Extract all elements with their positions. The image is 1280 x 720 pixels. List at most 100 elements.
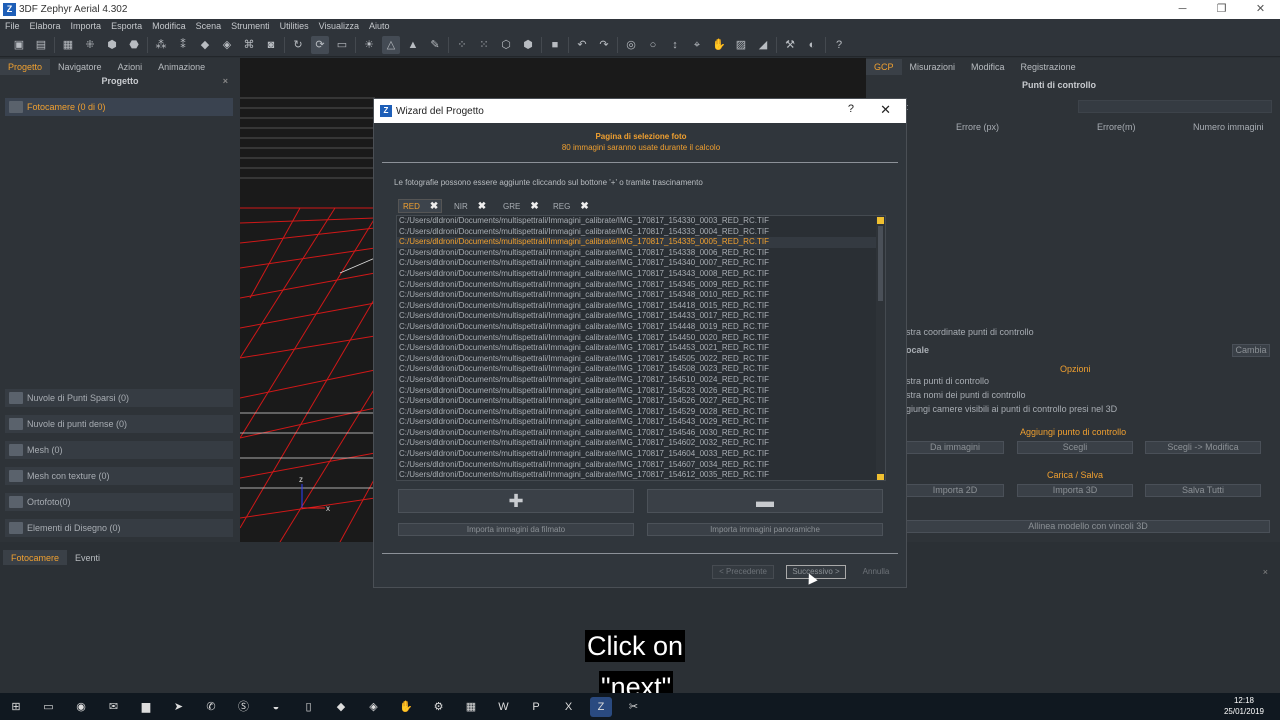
menu-strumenti[interactable]: Strumenti — [231, 21, 270, 31]
anydesk-icon[interactable]: ◈ — [363, 697, 385, 717]
list-item[interactable]: C:/Users/dldroni/Documents/multispettral… — [397, 311, 885, 322]
list-item[interactable]: C:/Users/dldroni/Documents/multispettral… — [397, 216, 885, 227]
cancel-button[interactable]: Annulla — [858, 565, 894, 579]
tab-animazione[interactable]: Animazione — [150, 59, 213, 75]
redo-icon[interactable]: ↷ — [595, 36, 613, 54]
tab-navigatore[interactable]: Navigatore — [50, 59, 110, 75]
list-item[interactable]: C:/Users/dldroni/Documents/multispettral… — [397, 301, 885, 312]
grid-icon[interactable]: ▦ — [59, 36, 77, 54]
wireframe-icon[interactable]: ▭ — [333, 36, 351, 54]
menu-visualizza[interactable]: Visualizza — [319, 21, 359, 31]
circle-icon[interactable]: ○ — [644, 36, 662, 54]
points-icon[interactable]: △ — [382, 35, 400, 54]
dense-icon[interactable]: ⁑ — [174, 36, 192, 54]
tab-misurazioni[interactable]: Misurazioni — [902, 59, 964, 75]
media-icon[interactable]: ◆ — [330, 697, 352, 717]
tab-close-icon[interactable]: ✖ — [430, 201, 438, 212]
list-item[interactable]: C:/Users/dldroni/Documents/multispettral… — [397, 343, 885, 354]
tab-modifica[interactable]: Modifica — [963, 59, 1013, 75]
option-show-points[interactable]: stra punti di controllo — [906, 376, 989, 386]
select-points-icon[interactable]: ⁘ — [453, 36, 471, 54]
dialog-help-button[interactable]: ? — [848, 103, 854, 115]
list-item[interactable]: C:/Users/dldroni/Documents/multispettral… — [397, 248, 885, 259]
align-3d-button[interactable]: Allinea modello con vincoli 3D — [906, 520, 1270, 533]
list-item[interactable]: C:/Users/dldroni/Documents/multispettral… — [397, 333, 885, 344]
hatch-icon[interactable]: ▨ — [732, 36, 750, 54]
option-show-names[interactable]: stra nomi dei punti di controllo — [906, 390, 1026, 400]
arm-icon[interactable]: ◢ — [754, 36, 772, 54]
snip-icon[interactable]: ✂ — [623, 697, 645, 717]
import-2d-button[interactable]: Importa 2D — [906, 484, 1004, 497]
zephyr-taskbar-icon[interactable]: Z — [590, 696, 612, 717]
tab-close-icon[interactable]: ✖ — [478, 201, 486, 212]
word-icon[interactable]: W — [493, 697, 515, 717]
lasso-icon[interactable]: ◎ — [622, 36, 640, 54]
settings-icon[interactable]: ⚙ — [428, 697, 450, 717]
camera-icon[interactable]: ◙ — [262, 36, 280, 54]
tab-fotocamere[interactable]: Fotocamere — [3, 550, 68, 566]
system-clock[interactable]: 12:18 25/01/2019 — [1224, 695, 1264, 717]
remove-images-button[interactable]: ▬ — [647, 489, 883, 513]
bottom-close-icon[interactable]: × — [1263, 567, 1268, 577]
tab-gcp[interactable]: GCP — [866, 59, 902, 75]
cambia-button[interactable]: Cambia — [1232, 344, 1270, 357]
hand-icon[interactable]: ✋ — [710, 36, 728, 54]
undo-icon[interactable]: ↶ — [573, 36, 591, 54]
tab-gre[interactable]: GRE ✖ — [499, 199, 543, 213]
square-icon[interactable]: ■ — [546, 36, 564, 54]
light-icon[interactable]: ☀ — [360, 36, 378, 54]
list-item[interactable]: C:/Users/dldroni/Documents/multispettral… — [397, 280, 885, 291]
tab-nir[interactable]: NIR ✖ — [450, 199, 494, 213]
choose-button[interactable]: Scegli — [1017, 441, 1133, 454]
tree-item-dense[interactable]: Nuvole di punti dense (0) — [5, 415, 233, 433]
tab-close-icon[interactable]: ✖ — [580, 201, 588, 212]
tab-close-icon[interactable]: ✖ — [530, 201, 538, 212]
vr-icon[interactable]: ◐ — [803, 36, 821, 54]
import-panoramic-button[interactable]: Importa immagini panoramiche — [647, 523, 883, 536]
outlook-icon[interactable]: ✉ — [103, 697, 125, 717]
menu-scena[interactable]: Scena — [196, 21, 222, 31]
sparse-icon[interactable]: ⁂ — [152, 36, 170, 54]
option-add-cameras[interactable]: giungi camere visibili ai punti di contr… — [906, 404, 1117, 414]
scroll-down-icon[interactable] — [877, 474, 884, 480]
list-item[interactable]: C:/Users/dldroni/Documents/multispettral… — [397, 417, 885, 428]
skype-icon[interactable]: Ⓢ — [233, 697, 255, 717]
tree-item-textured-mesh[interactable]: Mesh con texture (0) — [5, 467, 233, 485]
select-dense-icon[interactable]: ⁙ — [475, 36, 493, 54]
list-item[interactable]: C:/Users/dldroni/Documents/multispettral… — [397, 354, 885, 365]
powerpoint-icon[interactable]: P — [525, 697, 547, 717]
texture-icon[interactable]: ◈ — [218, 36, 236, 54]
hex-solid-icon[interactable]: ⬢ — [519, 36, 537, 54]
list-item[interactable]: C:/Users/dldroni/Documents/multispettral… — [397, 470, 885, 480]
whatsapp-icon[interactable]: ✆ — [200, 697, 222, 717]
tab-eventi[interactable]: Eventi — [67, 550, 108, 566]
network-icon[interactable]: ⌘ — [240, 36, 258, 54]
panel-close-icon[interactable]: × — [223, 76, 228, 86]
tab-reg[interactable]: REG ✖ — [549, 199, 593, 213]
measure-icon[interactable]: ⌖ — [688, 36, 706, 54]
tab-azioni[interactable]: Azioni — [110, 59, 151, 75]
menu-modifica[interactable]: Modifica — [152, 21, 186, 31]
notes-icon[interactable]: ▯ — [298, 697, 320, 717]
tab-progetto[interactable]: Progetto — [0, 59, 51, 75]
import-3d-button[interactable]: Importa 3D — [1017, 484, 1133, 497]
list-item[interactable]: C:/Users/dldroni/Documents/multispettral… — [397, 364, 885, 375]
list-item[interactable]: C:/Users/dldroni/Documents/multispettral… — [397, 407, 885, 418]
new-project-icon[interactable]: ▣ — [10, 36, 28, 54]
list-item[interactable]: C:/Users/dldroni/Documents/multispettral… — [397, 290, 885, 301]
list-item[interactable]: C:/Users/dldroni/Documents/multispettral… — [397, 269, 885, 280]
calendar-icon[interactable]: ▦ — [460, 697, 482, 717]
list-item[interactable]: C:/Users/dldroni/Documents/multispettral… — [397, 227, 885, 238]
tree-item-orthophoto[interactable]: Ortofoto(0) — [5, 493, 233, 511]
list-item[interactable]: C:/Users/dldroni/Documents/multispettral… — [397, 428, 885, 439]
menu-aiuto[interactable]: Aiuto — [369, 21, 390, 31]
file-explorer-icon[interactable]: ▆ — [135, 697, 157, 717]
tree-item-cameras[interactable]: Fotocamere (0 di 0) — [5, 98, 233, 116]
save-all-button[interactable]: Salva Tutti — [1145, 484, 1261, 497]
menu-importa[interactable]: Importa — [71, 21, 102, 31]
tools-icon[interactable]: ⚒ — [781, 36, 799, 54]
help-icon[interactable]: ? — [830, 36, 848, 54]
menu-elabora[interactable]: Elabora — [30, 21, 61, 31]
menu-esporta[interactable]: Esporta — [111, 21, 142, 31]
cube-icon[interactable]: ⬢ — [103, 36, 121, 54]
